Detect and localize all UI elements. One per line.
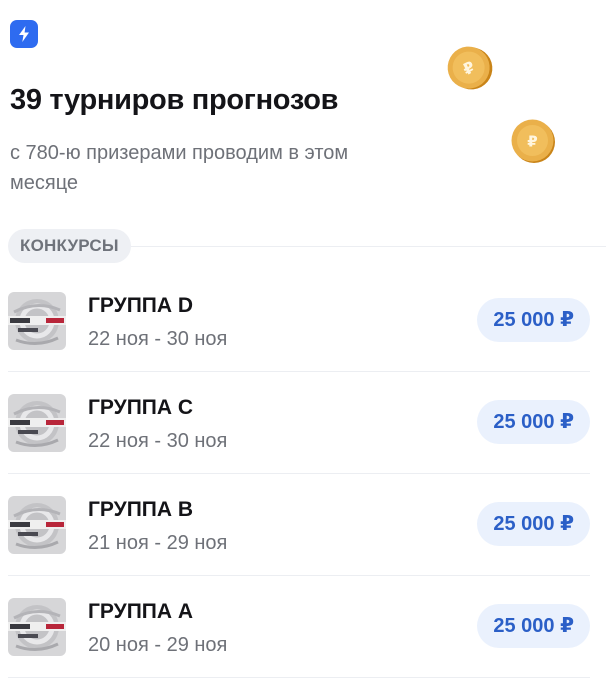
prize-badge: 25 000 ₽ bbox=[477, 502, 590, 546]
contest-thumbnail bbox=[8, 394, 66, 452]
section-divider bbox=[130, 245, 606, 247]
contest-thumbnail bbox=[8, 598, 66, 656]
contest-thumbnail bbox=[8, 496, 66, 554]
section-label: КОНКУРСЫ bbox=[8, 229, 131, 263]
contest-row-group-b[interactable]: ГРУППА B 21 ноя - 29 ноя 25 000 ₽ bbox=[8, 474, 590, 576]
section-header: КОНКУРСЫ bbox=[8, 228, 606, 264]
contest-list: ГРУППА D 22 ноя - 30 ноя 25 000 ₽ ГРУППА… bbox=[0, 270, 606, 678]
ruble-coin-icon: ₽ bbox=[510, 118, 556, 164]
contest-dates: 21 ноя - 29 ноя bbox=[88, 532, 228, 554]
contest-row-group-d[interactable]: ГРУППА D 22 ноя - 30 ноя 25 000 ₽ bbox=[8, 270, 590, 372]
contest-row-group-a[interactable]: ГРУППА A 20 ноя - 29 ноя 25 000 ₽ bbox=[8, 576, 590, 678]
contest-dates: 22 ноя - 30 ноя bbox=[88, 430, 228, 452]
contest-row-group-c[interactable]: ГРУППА C 22 ноя - 30 ноя 25 000 ₽ bbox=[8, 372, 590, 474]
svg-text:₽: ₽ bbox=[527, 133, 537, 151]
contest-title: ГРУППА A bbox=[88, 600, 194, 623]
prize-badge: 25 000 ₽ bbox=[477, 298, 590, 342]
prize-badge: 25 000 ₽ bbox=[477, 400, 590, 444]
contest-title: ГРУППА D bbox=[88, 294, 194, 317]
contest-dates: 20 ноя - 29 ноя bbox=[88, 634, 228, 656]
ruble-coin-icon: ₽ bbox=[438, 36, 503, 101]
lightning-bolt-icon bbox=[10, 20, 38, 48]
contest-title: ГРУППА B bbox=[88, 498, 194, 521]
contest-title: ГРУППА C bbox=[88, 396, 194, 419]
prize-badge: 25 000 ₽ bbox=[477, 604, 590, 648]
page-subtitle: с 780-ю призерами проводим в этом месяце bbox=[10, 142, 349, 194]
contest-thumbnail bbox=[8, 292, 66, 350]
contest-dates: 22 ноя - 30 ноя bbox=[88, 328, 228, 350]
page-title: 39 турниров прогнозов bbox=[10, 84, 339, 116]
